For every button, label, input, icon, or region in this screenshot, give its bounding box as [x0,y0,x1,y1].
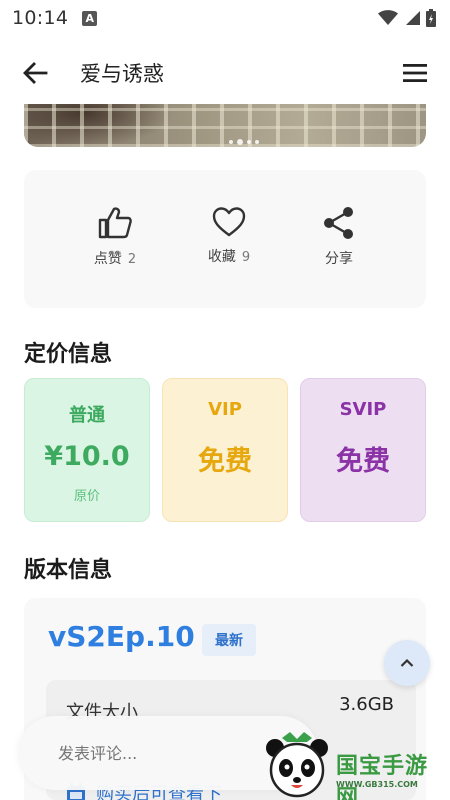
price-vip-label: VIP [208,399,242,420]
comment-input[interactable] [58,744,278,763]
status-bar: 10:14 A [0,0,450,36]
price-card-vip[interactable]: VIP 免费 [162,378,288,522]
wifi-icon [378,10,398,25]
site-watermark: 国宝手游网 WWW.GB315.COM [262,730,450,800]
watermark-url: WWW.GB315.COM [336,780,418,789]
price-svip-value: 免费 [336,446,390,477]
share-button[interactable]: 分享 [294,206,384,268]
hamburger-menu-icon [403,64,427,82]
version-section-title: 版本信息 [24,558,113,583]
battery-icon [426,9,436,27]
page-title: 爱与诱惑 [80,62,164,86]
favorite-label: 收藏 [207,249,236,265]
arrow-left-icon [23,62,48,84]
price-normal-label: 普通 [69,405,105,426]
notification-icon: A [82,10,98,26]
price-vip-value: 免费 [198,446,252,477]
watermark-brand: 国宝手游网 [336,754,429,800]
back-button[interactable] [20,58,50,88]
image-carousel[interactable] [24,104,426,147]
signal-icon [406,11,420,25]
price-card-svip[interactable]: SVIP 免费 [300,378,426,522]
like-label: 点赞 [93,251,122,267]
heart-icon [212,207,246,237]
favorite-button[interactable]: 收藏 9 [184,206,274,266]
share-label: 分享 [325,251,353,267]
favorite-count: 9 [241,250,251,265]
carousel-dot [255,140,259,144]
like-count: 2 [127,252,137,267]
scroll-to-top-button[interactable] [384,640,430,686]
price-normal-note: 原价 [73,489,100,504]
menu-button[interactable] [400,58,430,88]
carousel-dot-active [237,139,243,145]
latest-badge: 最新 [202,624,256,656]
price-card-normal[interactable]: 普通 ¥10.0 原价 [24,378,150,522]
status-icons [378,9,436,27]
price-normal-value: ¥10.0 [44,441,130,472]
panda-logo-icon [266,732,328,798]
share-icon [324,207,353,239]
thumbs-up-icon [98,207,132,239]
action-card: 点赞 2 收藏 9 分享 [24,170,426,308]
carousel-dot [247,140,251,144]
pricing-title: 定价信息 [24,342,113,367]
file-size-value: 3.6GB [339,694,394,715]
carousel-indicator [229,139,259,145]
status-time: 10:14 [12,7,69,29]
like-button[interactable]: 点赞 2 [70,206,160,268]
chevron-up-icon [400,658,414,667]
carousel-dot [229,140,233,144]
version-name: vS2Ep.10 [48,620,195,653]
app-bar: 爱与诱惑 [0,44,450,102]
price-svip-label: SVIP [339,399,387,420]
